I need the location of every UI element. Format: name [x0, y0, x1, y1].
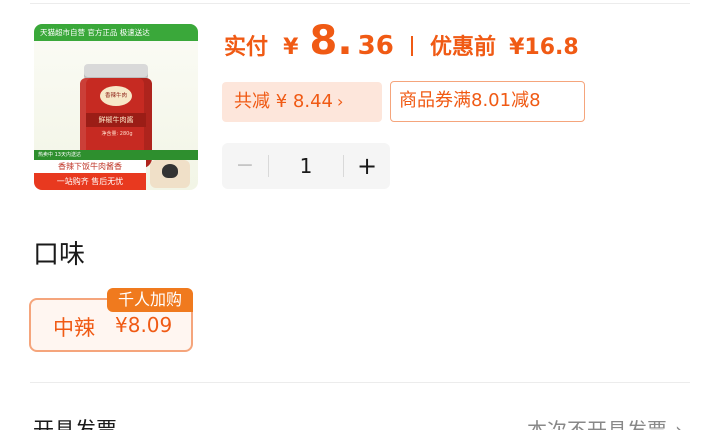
price-currency: ¥ [283, 35, 299, 60]
invoice-value: 本次不开具发票 › [527, 414, 683, 430]
price-separator [410, 36, 413, 56]
original-price-label: 优惠前 [430, 35, 497, 60]
original-price-value: ¥16.8 [509, 35, 579, 60]
chevron-right-icon: › [336, 92, 344, 111]
invoice-row[interactable]: 开具发票 本次不开具发票 › [33, 410, 693, 430]
popular-badge: 千人加购 [107, 288, 193, 312]
invoice-label: 开具发票 [33, 418, 117, 430]
coupon-label: 商品券满8.01减8 [399, 90, 541, 111]
price-row: 实付 ¥ 8. 36 优惠前 ¥16.8 [224, 18, 579, 78]
thumbnail-promo-line: 香辣下饭牛肉酱香 [34, 160, 146, 173]
flavor-section-title: 口味 [33, 240, 86, 270]
invoice-value-text: 本次不开具发票 [527, 418, 667, 430]
section-divider [30, 382, 690, 383]
chevron-right-icon: › [675, 418, 683, 430]
total-discount-label: 共减 ¥ 8.44 [234, 91, 333, 112]
price-integer: 8. [309, 18, 353, 64]
increment-button[interactable]: + [344, 143, 390, 189]
thumbnail-promo-red: 一站购齐 售后无忧 [34, 173, 146, 190]
paid-label: 实付 [224, 35, 269, 60]
jar-label: 鲜椒牛肉酱 [86, 113, 146, 127]
quantity-stepper: − 1 + [222, 143, 390, 189]
tmall-cat-icon [150, 160, 190, 188]
flavor-option-price: ¥8.09 [115, 313, 173, 337]
flavor-option-name: 中辣 [53, 316, 95, 340]
quantity-value[interactable]: 1 [269, 143, 343, 189]
coupon-tag[interactable]: 商品券满8.01减8 [390, 81, 585, 122]
decrement-button[interactable]: − [222, 143, 268, 189]
total-discount-button[interactable]: 共减 ¥ 8.44 › [222, 82, 382, 122]
top-divider [30, 3, 690, 4]
jar-brand-logo: 香辣牛肉 [100, 86, 132, 106]
jar-weight: 净含量: 280g [101, 131, 133, 137]
thumbnail-banner: 天猫超市自营 官方正品 极速送达 [34, 24, 198, 41]
thumbnail-promo-strip: 热卖中 13天内送达 [34, 150, 198, 160]
price-decimal: 36 [357, 31, 394, 61]
product-thumbnail[interactable]: 天猫超市自营 官方正品 极速送达 香辣牛肉 鲜椒牛肉酱 净含量: 280g 热卖… [34, 24, 198, 190]
